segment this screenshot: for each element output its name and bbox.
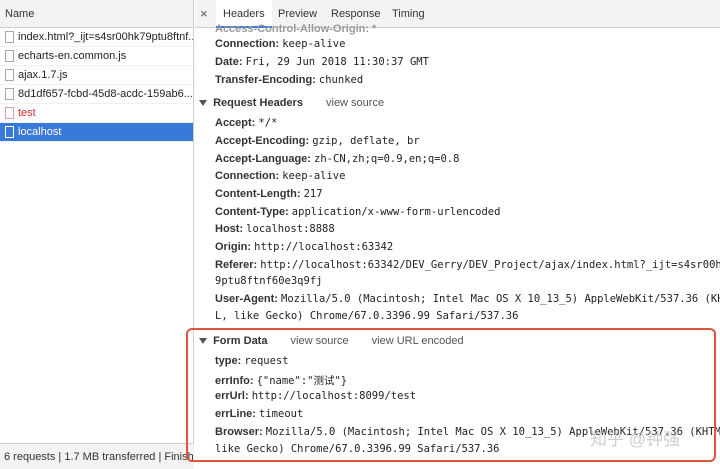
- header-row: Connection: keep-alive: [215, 38, 346, 50]
- caret-down-icon: [199, 100, 207, 107]
- request-item-test[interactable]: test: [0, 104, 193, 123]
- section-title: Request Headers: [213, 97, 303, 109]
- tab-timing[interactable]: Timing: [392, 0, 425, 28]
- request-item-label: 8d1df657-fcbd-45d8-acdc-159ab6...: [18, 88, 193, 100]
- header-row: Accept: */*: [215, 117, 278, 129]
- name-column-header[interactable]: Name: [0, 0, 193, 28]
- view-source-link[interactable]: view source: [326, 97, 384, 109]
- file-icon: [5, 126, 14, 138]
- header-row: Origin: http://localhost:63342: [215, 241, 394, 253]
- request-item-label: test: [18, 107, 36, 119]
- file-icon: [5, 107, 14, 119]
- file-icon: [5, 50, 14, 62]
- header-row: Accept-Encoding: gzip, deflate, br: [215, 135, 420, 147]
- request-item-localhost[interactable]: localhost: [0, 123, 193, 142]
- request-item-uuid[interactable]: 8d1df657-fcbd-45d8-acdc-159ab6...: [0, 85, 193, 104]
- watermark: 知乎 @钟强: [590, 430, 680, 449]
- close-icon[interactable]: ×: [200, 0, 214, 28]
- request-item-label: ajax.1.7.js: [18, 69, 68, 81]
- file-icon: [5, 69, 14, 81]
- status-bar: 6 requests | 1.7 MB transferred | Finish…: [0, 443, 194, 469]
- request-item-echarts[interactable]: echarts-en.common.js: [0, 47, 193, 66]
- request-list-panel: Name index.html?_ijt=s4sr00hk79ptu8ftnf.…: [0, 0, 194, 469]
- request-item-label: index.html?_ijt=s4sr00hk79ptu8ftnf...: [18, 31, 193, 43]
- request-item-ajax-js[interactable]: ajax.1.7.js: [0, 66, 193, 85]
- request-item-label: localhost: [18, 126, 62, 138]
- header-row-continuation: L, like Gecko) Chrome/67.0.3396.99 Safar…: [215, 310, 519, 322]
- header-row-continuation: 9ptu8ftnf60e3q9fj: [215, 275, 323, 287]
- file-icon: [5, 31, 14, 43]
- header-row: User-Agent: Mozilla/5.0 (Macintosh; Inte…: [215, 293, 720, 305]
- request-item-label: echarts-en.common.js: [18, 50, 127, 62]
- cut-off-header-row: Access-Control-Allow-Origin: *: [215, 23, 377, 35]
- header-row: Connection: keep-alive: [215, 170, 346, 182]
- file-icon: [5, 88, 14, 100]
- request-item-index-html[interactable]: index.html?_ijt=s4sr00hk79ptu8ftnf...: [0, 28, 193, 47]
- header-row: Date: Fri, 29 Jun 2018 11:30:37 GMT: [215, 56, 429, 68]
- header-row: Accept-Language: zh-CN,zh;q=0.9,en;q=0.8: [215, 153, 460, 165]
- header-row: Transfer-Encoding: chunked: [215, 74, 364, 86]
- header-row: Referer: http://localhost:63342/DEV_Gerr…: [215, 259, 720, 271]
- request-headers-section-toggle[interactable]: Request Headers view source: [199, 97, 384, 109]
- header-row: Content-Type: application/x-www-form-url…: [215, 206, 501, 218]
- header-row: Host: localhost:8888: [215, 223, 335, 235]
- header-row: Content-Length: 217: [215, 188, 323, 200]
